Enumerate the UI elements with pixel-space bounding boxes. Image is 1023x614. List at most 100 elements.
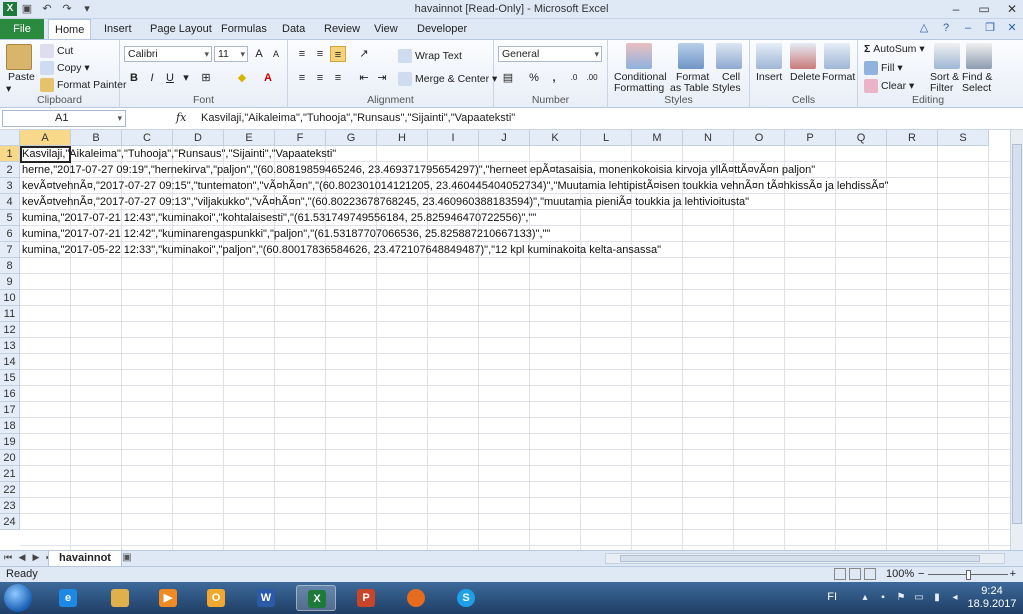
row-header-7[interactable]: 7 xyxy=(0,242,20,258)
tray-app-icon[interactable]: ▪ xyxy=(877,592,889,604)
tab-data[interactable]: Data xyxy=(276,19,311,39)
horizontal-scrollbar[interactable] xyxy=(605,553,1005,564)
doc-close-icon[interactable]: ✕ xyxy=(1005,21,1019,35)
fill-color-icon[interactable]: ◆ xyxy=(234,70,250,86)
paste-icon[interactable] xyxy=(6,44,32,70)
column-header-l[interactable]: L xyxy=(581,130,632,146)
insert-cells-icon[interactable] xyxy=(756,43,782,69)
vertical-scroll-thumb[interactable] xyxy=(1012,144,1022,524)
number-format-select[interactable]: General xyxy=(498,46,602,62)
prev-sheet-icon[interactable]: ◀ xyxy=(18,552,26,563)
zoom-slider-knob[interactable] xyxy=(966,570,971,580)
row-header-19[interactable]: 19 xyxy=(0,434,20,450)
delete-cells-button[interactable]: Delete xyxy=(790,71,820,83)
zoom-out-button[interactable]: − xyxy=(918,568,924,580)
taskbar-media-player[interactable]: ▶ xyxy=(148,585,188,611)
tray-expand-icon[interactable]: ▴ xyxy=(859,592,871,604)
normal-view-icon[interactable] xyxy=(834,568,846,580)
sort-filter-icon[interactable] xyxy=(934,43,960,69)
row-header-6[interactable]: 6 xyxy=(0,226,20,242)
row-header-20[interactable]: 20 xyxy=(0,450,20,466)
insert-sheet-icon[interactable]: ▣ xyxy=(120,552,134,565)
column-header-n[interactable]: N xyxy=(683,130,734,146)
column-header-c[interactable]: C xyxy=(122,130,173,146)
borders-icon[interactable]: ⊞ xyxy=(198,70,214,86)
row-header-23[interactable]: 23 xyxy=(0,498,20,514)
cut-button[interactable]: Cut xyxy=(40,44,73,58)
column-header-p[interactable]: P xyxy=(785,130,836,146)
column-header-a[interactable]: A xyxy=(20,130,71,146)
vertical-scrollbar[interactable] xyxy=(1010,130,1023,550)
shrink-font-icon[interactable]: A xyxy=(268,46,284,62)
column-header-r[interactable]: R xyxy=(887,130,938,146)
column-header-o[interactable]: O xyxy=(734,130,785,146)
merge-center-button[interactable]: Merge & Center ▾ xyxy=(398,72,497,86)
paste-button[interactable]: Paste xyxy=(8,71,35,83)
increase-decimal-icon[interactable]: .0 xyxy=(566,70,582,86)
zoom-level[interactable]: 100% xyxy=(886,568,914,580)
clear-button[interactable]: Clear ▾ xyxy=(864,79,914,93)
column-header-f[interactable]: F xyxy=(275,130,326,146)
row-header-18[interactable]: 18 xyxy=(0,418,20,434)
accounting-format-icon[interactable]: ▤ xyxy=(500,70,516,86)
cell-a7[interactable]: kumina,"2017-05-22 12:33","kuminakoi","p… xyxy=(22,242,661,258)
autosum-button[interactable]: Σ AutoSum ▾ xyxy=(864,43,925,55)
network-icon[interactable]: ▮ xyxy=(931,592,943,604)
percent-button[interactable]: % xyxy=(526,70,542,86)
flag-icon[interactable]: ⚑ xyxy=(895,592,907,604)
grow-font-icon[interactable]: A xyxy=(251,46,267,62)
font-size-select[interactable]: 11 xyxy=(214,46,248,62)
row-header-9[interactable]: 9 xyxy=(0,274,20,290)
tab-file[interactable]: File xyxy=(0,19,44,39)
volume-icon[interactable]: ◂ xyxy=(949,592,961,604)
tab-insert[interactable]: Insert xyxy=(98,19,138,39)
insert-cells-button[interactable]: Insert xyxy=(756,71,782,83)
zoom-slider[interactable]: − + xyxy=(918,568,1016,581)
italic-button[interactable]: I xyxy=(144,70,160,86)
column-header-q[interactable]: Q xyxy=(836,130,887,146)
cell-a5[interactable]: kumina,"2017-07-21 12:43","kuminakoi","k… xyxy=(22,210,536,226)
row-header-8[interactable]: 8 xyxy=(0,258,20,274)
cell-a4[interactable]: kevÃ¤tvehnÃ¤,"2017-07-27 09:13","viljaku… xyxy=(22,194,749,210)
close-icon[interactable]: ✕ xyxy=(1005,1,1019,17)
doc-minimize-icon[interactable]: – xyxy=(961,21,975,35)
row-header-14[interactable]: 14 xyxy=(0,354,20,370)
align-top-icon[interactable]: ≡ xyxy=(294,46,310,62)
doc-restore-icon[interactable]: ❐ xyxy=(983,21,997,35)
taskbar-ie[interactable]: e xyxy=(48,585,88,611)
underline-button[interactable]: U xyxy=(162,70,178,86)
tab-view[interactable]: View xyxy=(368,19,404,39)
cell-styles-icon[interactable] xyxy=(716,43,742,69)
decrease-indent-icon[interactable]: ⇤ xyxy=(356,70,372,86)
align-center-icon[interactable]: ≡ xyxy=(312,70,328,86)
format-cells-button[interactable]: Format xyxy=(822,71,855,83)
column-header-e[interactable]: E xyxy=(224,130,275,146)
taskbar-excel[interactable]: X xyxy=(296,585,336,611)
column-header-b[interactable]: B xyxy=(71,130,122,146)
bold-button[interactable]: B xyxy=(126,70,142,86)
tab-review[interactable]: Review xyxy=(318,19,366,39)
input-language[interactable]: FI xyxy=(827,591,837,603)
align-bottom-icon[interactable]: ≡ xyxy=(330,46,346,62)
binoculars-icon[interactable] xyxy=(966,43,992,69)
insert-function-icon[interactable]: fx xyxy=(176,111,186,124)
row-header-12[interactable]: 12 xyxy=(0,322,20,338)
copy-button[interactable]: Copy ▾ xyxy=(40,61,90,75)
zoom-in-button[interactable]: + xyxy=(1010,568,1016,580)
row-header-5[interactable]: 5 xyxy=(0,210,20,226)
format-cells-icon[interactable] xyxy=(824,43,850,69)
row-header-10[interactable]: 10 xyxy=(0,290,20,306)
column-header-j[interactable]: J xyxy=(479,130,530,146)
row-header-22[interactable]: 22 xyxy=(0,482,20,498)
format-as-table-icon[interactable] xyxy=(678,43,704,69)
taskbar-outlook[interactable]: O xyxy=(196,585,236,611)
tab-formulas[interactable]: Formulas xyxy=(215,19,273,39)
fill-button[interactable]: Fill ▾ xyxy=(864,61,903,75)
row-header-1[interactable]: 1 xyxy=(0,146,20,162)
row-header-2[interactable]: 2 xyxy=(0,162,20,178)
first-sheet-icon[interactable]: ⏮ xyxy=(4,552,12,563)
decrease-decimal-icon[interactable]: .00 xyxy=(584,70,600,86)
conditional-formatting-icon[interactable] xyxy=(626,43,652,69)
cell-a3[interactable]: kevÃ¤tvehnÃ¤,"2017-07-27 09:15","tuntema… xyxy=(22,178,888,194)
start-button[interactable] xyxy=(4,584,32,612)
